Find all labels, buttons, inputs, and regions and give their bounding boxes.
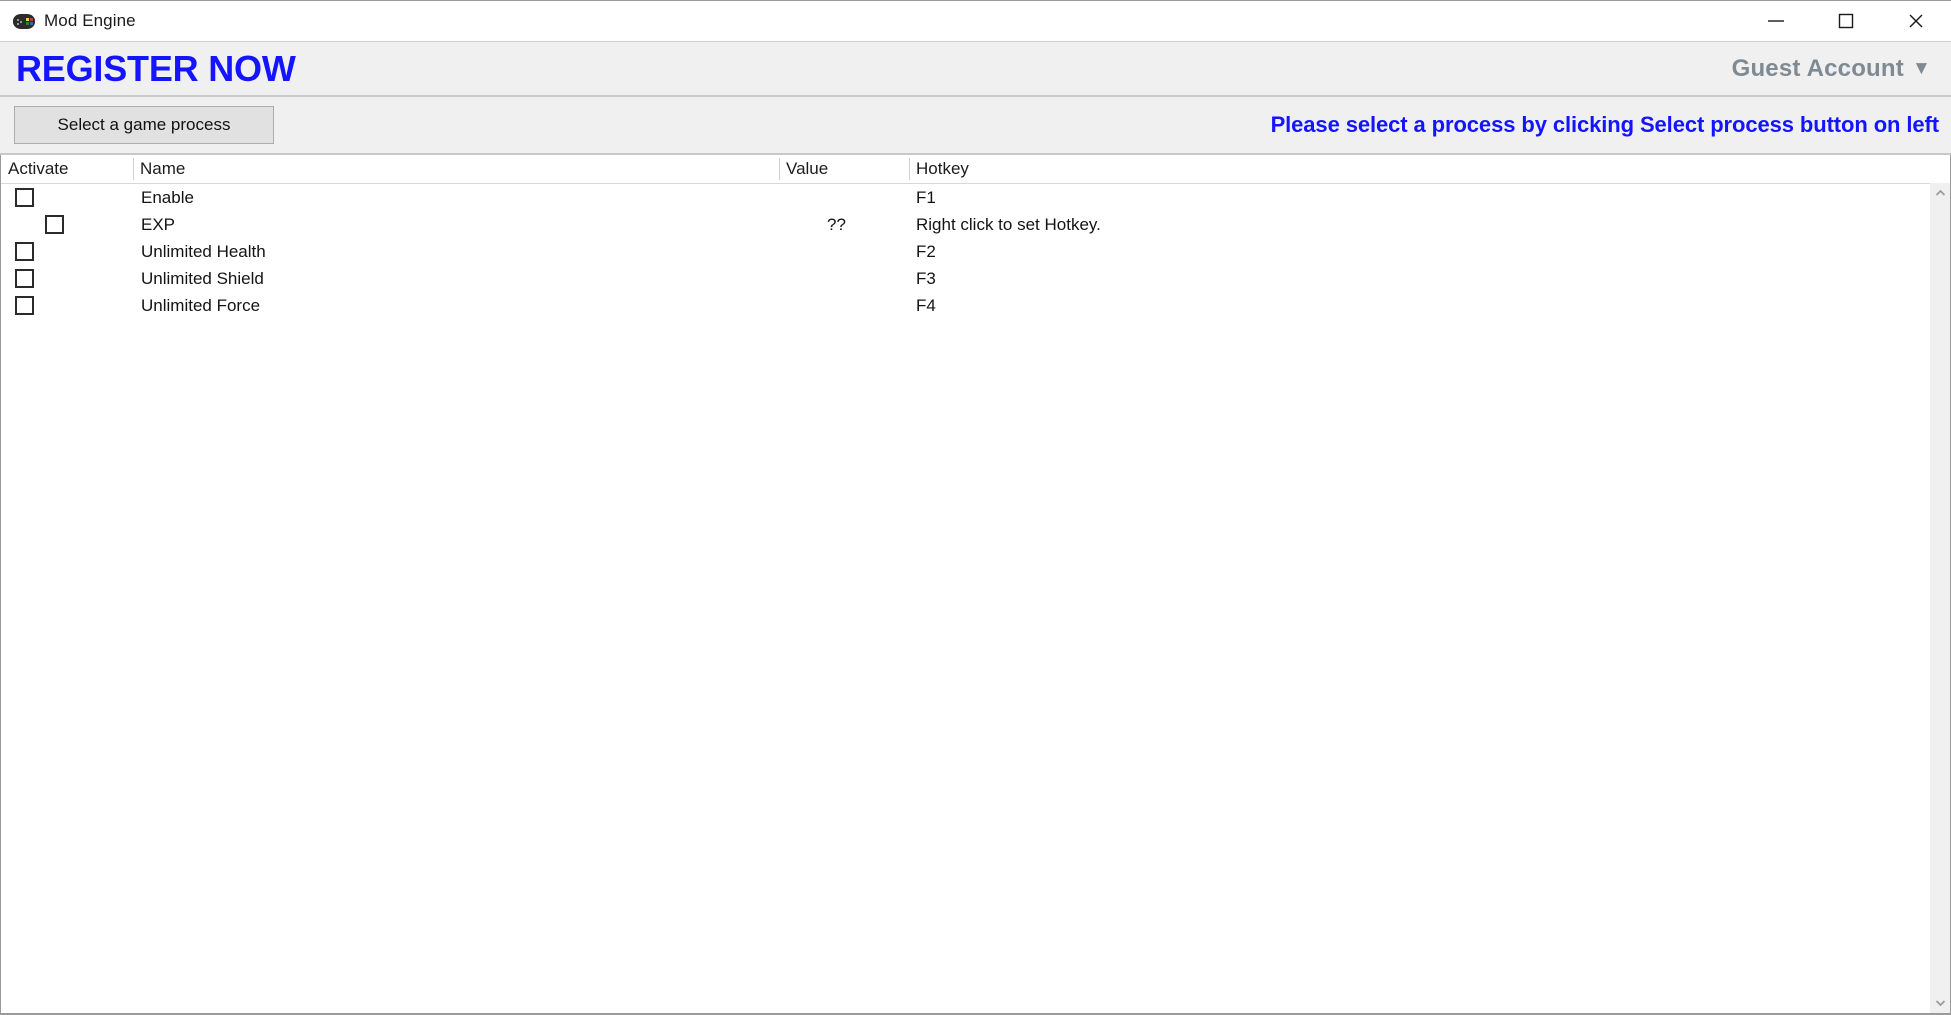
activate-cell (1, 211, 133, 238)
row-hotkey[interactable]: F2 (909, 238, 1950, 265)
column-header-name[interactable]: Name (133, 155, 779, 183)
column-header-hotkey[interactable]: Hotkey (909, 155, 1950, 183)
maximize-icon (1838, 13, 1854, 29)
toolbar: Select a game process Please select a pr… (0, 97, 1951, 155)
table-header-row: Activate Name Value Hotkey (1, 155, 1950, 184)
activate-checkbox[interactable] (15, 269, 34, 288)
account-label: Guest Account (1731, 54, 1904, 82)
chevron-down-icon (1935, 1000, 1945, 1007)
gamepad-icon (13, 13, 35, 29)
process-notice-text: Please select a process by clicking Sele… (1270, 112, 1940, 137)
minimize-button[interactable] (1741, 1, 1811, 41)
row-value[interactable] (779, 292, 909, 319)
row-name: Unlimited Shield (141, 268, 264, 288)
register-now-link[interactable]: REGISTER NOW (0, 50, 296, 87)
row-value[interactable] (779, 265, 909, 292)
activate-cell (1, 265, 133, 292)
row-value[interactable]: ?? (779, 211, 909, 238)
register-banner: REGISTER NOW Guest Account ▼ (0, 41, 1951, 97)
row-name: Enable (141, 187, 194, 207)
title-bar-left: Mod Engine (0, 11, 136, 31)
cheat-table: Activate Name Value Hotkey Enable F1 EXP??… (0, 155, 1951, 1015)
activate-checkbox[interactable] (15, 296, 34, 315)
chevron-up-icon (1935, 189, 1945, 196)
app-window: Mod Engine REGISTER NOW Guest Account ▼ … (0, 0, 1951, 1015)
row-name: Unlimited Health (141, 241, 266, 261)
row-name: Unlimited Force (141, 295, 261, 315)
column-header-activate[interactable]: Activate (1, 155, 133, 183)
title-bar: Mod Engine (0, 1, 1951, 41)
minimize-icon (1768, 20, 1784, 22)
activate-checkbox[interactable] (45, 215, 64, 234)
row-name: EXP (141, 214, 176, 234)
activate-cell (1, 238, 133, 265)
chevron-down-icon: ▼ (1911, 58, 1931, 79)
activate-cell (1, 184, 133, 211)
row-hotkey[interactable]: Right click to set Hotkey. (909, 211, 1950, 238)
table-row[interactable]: Unlimited Shield F3 (1, 265, 1950, 292)
activate-checkbox[interactable] (15, 188, 34, 207)
select-game-process-button[interactable]: Select a game process (14, 106, 274, 144)
table-row[interactable]: Unlimited Force F4 (1, 292, 1950, 319)
row-value[interactable] (779, 238, 909, 265)
close-button[interactable] (1881, 1, 1951, 41)
window-title: Mod Engine (44, 11, 136, 30)
table-row[interactable]: EXP?? Right click to set Hotkey. (1, 211, 1950, 238)
close-icon (1909, 14, 1923, 28)
window-controls (1741, 1, 1951, 41)
row-hotkey[interactable]: F1 (909, 184, 1950, 211)
account-menu[interactable]: Guest Account ▼ (1732, 55, 1951, 83)
activate-cell (1, 292, 133, 319)
row-hotkey[interactable]: F3 (909, 265, 1950, 292)
column-header-value[interactable]: Value (779, 155, 909, 183)
row-hotkey[interactable]: F4 (909, 292, 1950, 319)
scroll-down-button[interactable] (1930, 993, 1950, 1013)
row-value[interactable] (779, 184, 909, 211)
table-row[interactable]: Enable F1 (1, 184, 1950, 211)
scroll-up-button[interactable] (1930, 183, 1950, 203)
table-row[interactable]: Unlimited Health F2 (1, 238, 1950, 265)
maximize-button[interactable] (1811, 1, 1881, 41)
vertical-scrollbar[interactable] (1930, 183, 1950, 1013)
activate-checkbox[interactable] (15, 242, 34, 261)
table-body: Enable F1 EXP?? Right click to set Hotkey. U… (1, 184, 1950, 1013)
